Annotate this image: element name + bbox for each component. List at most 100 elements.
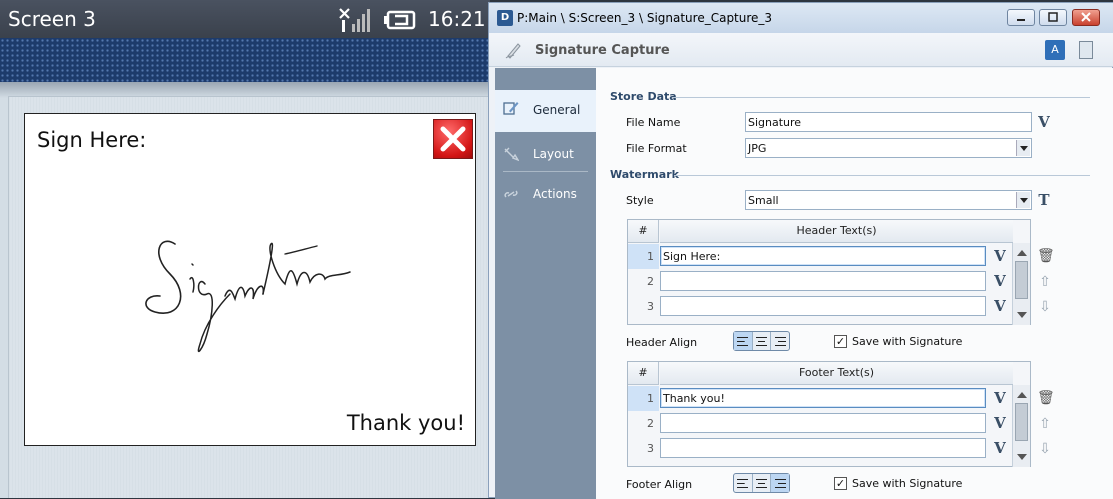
app-logo-icon: D bbox=[497, 10, 513, 26]
component-title: Signature Capture bbox=[535, 43, 670, 58]
signature-footer-text: Thank you! bbox=[346, 411, 465, 435]
signature-capture-panel[interactable]: Sign Here: Thank you! bbox=[24, 113, 476, 446]
table-row[interactable]: 3 V bbox=[628, 436, 1013, 461]
file-format-dropdown[interactable]: JPG bbox=[745, 138, 1032, 158]
style-text-button[interactable]: T bbox=[1035, 191, 1053, 209]
translate-icon[interactable]: A bbox=[1045, 40, 1065, 60]
footer-text-grid: # Footer Text(s) 1 Thank you! V 2 V 3 V bbox=[627, 361, 1031, 467]
signature-drawing bbox=[145, 240, 351, 353]
arrow-up-icon[interactable]: ⇧ bbox=[1037, 416, 1053, 432]
arrow-up-icon[interactable]: ⇧ bbox=[1037, 274, 1053, 290]
variable-button[interactable]: V bbox=[991, 272, 1009, 290]
maximize-button[interactable] bbox=[1039, 9, 1067, 26]
grid-column-hash: # bbox=[628, 362, 659, 385]
footer-text-input[interactable] bbox=[660, 438, 986, 458]
property-editor-window: D P:Main \ S:Screen_3 \ Signature_Captur… bbox=[488, 2, 1113, 499]
row-number: 2 bbox=[647, 275, 654, 288]
scroll-thumb[interactable] bbox=[1015, 403, 1028, 441]
actions-link-icon bbox=[504, 190, 518, 198]
scroll-thumb[interactable] bbox=[1015, 261, 1028, 299]
grid-scrollbar[interactable] bbox=[1012, 243, 1030, 325]
window-path-title: P:Main \ S:Screen_3 \ Signature_Capture_… bbox=[517, 11, 773, 25]
general-settings-form: Store Data File Name Signature V File Fo… bbox=[596, 68, 1113, 499]
align-center-button[interactable] bbox=[753, 474, 772, 492]
variable-button[interactable]: V bbox=[991, 297, 1009, 315]
variable-button[interactable]: V bbox=[991, 439, 1009, 457]
trash-icon[interactable]: 🗑 bbox=[1037, 248, 1055, 264]
header-align-label: Header Align bbox=[626, 336, 698, 349]
minimize-button[interactable] bbox=[1007, 9, 1035, 26]
footer-align-label: Footer Align bbox=[626, 478, 693, 491]
section-divider bbox=[674, 175, 1090, 176]
nav-label: Layout bbox=[533, 147, 574, 161]
trash-icon[interactable]: 🗑 bbox=[1037, 390, 1055, 406]
align-center-button[interactable] bbox=[753, 332, 772, 350]
table-row[interactable]: 1 Sign Here: V bbox=[628, 244, 1013, 269]
device-screen-title: Screen 3 bbox=[8, 7, 96, 31]
device-preview: Screen 3 16:21 Sign Here: Thank you! bbox=[0, 0, 490, 498]
style-dropdown[interactable]: Small bbox=[745, 190, 1032, 210]
style-value: Small bbox=[748, 194, 779, 207]
red-x-close-icon[interactable] bbox=[433, 119, 473, 159]
scroll-up-icon[interactable] bbox=[1017, 245, 1027, 256]
header-text-input[interactable]: Sign Here: bbox=[660, 246, 986, 266]
footer-align-group bbox=[733, 473, 790, 493]
file-format-value: JPG bbox=[748, 142, 767, 155]
nav-item-layout[interactable]: Layout bbox=[495, 136, 596, 172]
table-row[interactable]: 2 V bbox=[628, 269, 1013, 294]
signature-prompt: Sign Here: bbox=[37, 128, 147, 152]
row-number: 1 bbox=[628, 244, 659, 269]
nav-item-actions[interactable]: Actions bbox=[495, 176, 596, 212]
arrow-down-icon[interactable]: ⇩ bbox=[1037, 441, 1053, 457]
scroll-down-icon[interactable] bbox=[1017, 454, 1027, 465]
grid-column-footer-text: Footer Text(s) bbox=[660, 362, 1013, 385]
header-save-checkbox[interactable]: ✓ bbox=[834, 335, 847, 348]
battery-charging-icon bbox=[384, 10, 416, 30]
footer-text-input[interactable] bbox=[660, 413, 986, 433]
grid-column-hash: # bbox=[628, 220, 659, 243]
align-left-icon bbox=[737, 336, 749, 346]
signal-bars-icon bbox=[339, 8, 370, 32]
header-save-label: Save with Signature bbox=[852, 335, 963, 348]
align-left-button[interactable] bbox=[734, 332, 753, 350]
header-text-input[interactable] bbox=[660, 271, 986, 291]
scroll-up-icon[interactable] bbox=[1017, 387, 1027, 398]
align-center-icon bbox=[756, 478, 767, 488]
header-align-group bbox=[733, 331, 790, 351]
arrow-down-icon[interactable]: ⇩ bbox=[1037, 299, 1053, 315]
chevron-down-icon[interactable] bbox=[1016, 140, 1030, 156]
scroll-down-icon[interactable] bbox=[1017, 312, 1027, 323]
align-right-button[interactable] bbox=[771, 332, 789, 350]
window-title-bar[interactable]: D P:Main \ S:Screen_3 \ Signature_Captur… bbox=[489, 3, 1113, 33]
variable-button[interactable]: V bbox=[991, 389, 1009, 407]
header-text-grid: # Header Text(s) 1 Sign Here: V 2 V 3 V bbox=[627, 219, 1031, 325]
nav-item-general[interactable]: General bbox=[495, 90, 596, 132]
section-store-data: Store Data bbox=[610, 90, 677, 103]
nav-label: Actions bbox=[533, 187, 577, 201]
table-row[interactable]: 2 V bbox=[628, 411, 1013, 436]
align-right-button[interactable] bbox=[771, 474, 790, 492]
clipboard-icon[interactable] bbox=[1079, 41, 1093, 59]
grid-column-header-text: Header Text(s) bbox=[660, 220, 1013, 243]
device-banner bbox=[0, 38, 490, 82]
file-name-label: File Name bbox=[626, 116, 681, 129]
row-number: 3 bbox=[647, 300, 654, 313]
grid-scrollbar[interactable] bbox=[1012, 385, 1030, 467]
align-center-icon bbox=[756, 336, 767, 346]
variable-button[interactable]: V bbox=[991, 247, 1009, 265]
device-status-bar: Screen 3 16:21 bbox=[0, 0, 490, 38]
chevron-down-icon[interactable] bbox=[1016, 192, 1030, 208]
section-watermark: Watermark bbox=[610, 168, 679, 181]
side-navigation: General Layout Actions bbox=[495, 68, 596, 499]
close-window-button[interactable] bbox=[1072, 9, 1100, 26]
footer-save-checkbox[interactable]: ✓ bbox=[834, 477, 847, 490]
header-text-input[interactable] bbox=[660, 296, 986, 316]
row-number: 2 bbox=[647, 417, 654, 430]
table-row[interactable]: 1 Thank you! V bbox=[628, 386, 1013, 411]
file-name-input[interactable]: Signature bbox=[745, 112, 1032, 132]
variable-button[interactable]: V bbox=[991, 414, 1009, 432]
table-row[interactable]: 3 V bbox=[628, 294, 1013, 319]
align-left-button[interactable] bbox=[734, 474, 753, 492]
footer-text-input[interactable]: Thank you! bbox=[660, 388, 986, 408]
file-name-variable-button[interactable]: V bbox=[1035, 113, 1053, 131]
